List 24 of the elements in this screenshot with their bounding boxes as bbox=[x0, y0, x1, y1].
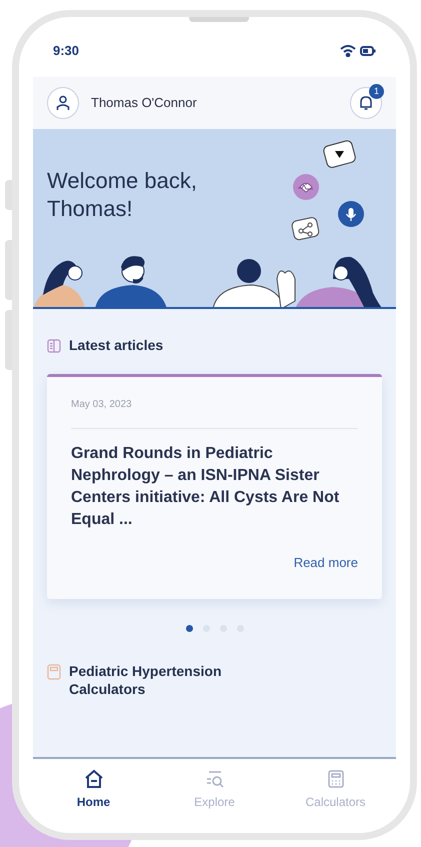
article-card[interactable]: May 03, 2023 Grand Rounds in Pediatric Nephrology – an ISN-IPNA Sister Centers initiative: All Cysts Are Not Equal ... Read more bbox=[47, 374, 382, 598]
heart-rate-icon bbox=[293, 174, 319, 200]
calculator-icon bbox=[326, 769, 346, 789]
article-title: Grand Rounds in Pediatric Nephrology – an ISN-IPNA Sister Centers initiative: All Cysts Are Not Equal ... bbox=[71, 444, 340, 530]
section-title: Pediatric Hypertension Calculators bbox=[69, 662, 222, 698]
search-list-icon bbox=[204, 769, 224, 789]
notification-badge: 1 bbox=[369, 84, 384, 99]
article-icon bbox=[47, 338, 61, 352]
notification-bell-button[interactable]: 1 bbox=[350, 87, 382, 119]
microphone-icon bbox=[338, 201, 364, 227]
user-avatar-icon[interactable] bbox=[47, 87, 79, 119]
home-icon bbox=[84, 769, 104, 789]
battery-icon bbox=[360, 46, 376, 56]
user-name: Thomas O'Connor bbox=[91, 94, 197, 112]
wifi-icon bbox=[340, 45, 356, 57]
welcome-heading: Welcome back, Thomas! bbox=[47, 167, 197, 223]
read-more-link[interactable]: Read more bbox=[294, 553, 358, 572]
bell-icon bbox=[359, 95, 373, 111]
status-time: 9:30 bbox=[53, 42, 80, 60]
nav-tab[interactable]: Home bbox=[48, 769, 138, 813]
article-date: May 03, 2023 bbox=[71, 398, 133, 412]
section-title: Latest articles bbox=[69, 336, 164, 355]
calculator-icon bbox=[47, 664, 61, 680]
phone-notch bbox=[189, 17, 249, 22]
